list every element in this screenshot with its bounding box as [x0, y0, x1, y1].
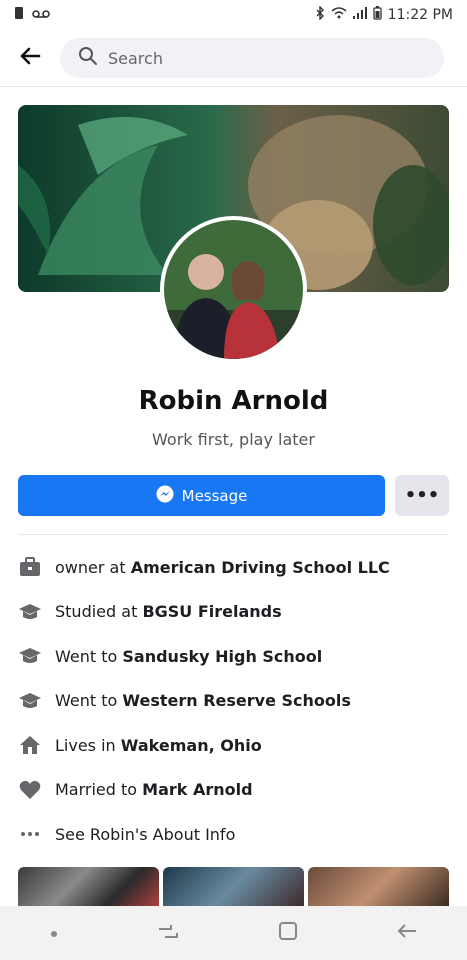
profile-name: Robin Arnold — [138, 386, 329, 416]
house-icon — [18, 733, 42, 757]
profile-picture[interactable] — [160, 216, 307, 363]
nav-dot-icon[interactable] — [49, 924, 59, 943]
signal-icon — [352, 7, 367, 23]
more-options-button[interactable]: ••• — [395, 475, 449, 516]
graduation-cap-icon — [18, 689, 42, 713]
info-lives-in[interactable]: Lives in Wakeman, Ohio — [18, 723, 449, 768]
more-dots-icon — [18, 822, 42, 846]
photo-strip — [18, 867, 449, 907]
see-about-info-link[interactable]: See Robin's About Info — [18, 812, 449, 857]
photo-thumbnail[interactable] — [18, 867, 159, 907]
info-work[interactable]: owner at American Driving School LLC — [18, 545, 449, 590]
photo-thumbnail[interactable] — [163, 867, 304, 907]
system-nav-bar — [0, 906, 467, 960]
info-text: See Robin's About Info — [55, 824, 236, 844]
info-text: owner at American Driving School LLC — [55, 557, 390, 577]
info-text: Went to Sandusky High School — [55, 646, 323, 666]
info-education-1[interactable]: Studied at BGSU Firelands — [18, 590, 449, 635]
back-arrow-icon — [19, 47, 41, 69]
recents-icon[interactable] — [157, 921, 179, 945]
notification-icon — [14, 6, 24, 24]
back-nav-icon[interactable] — [396, 922, 418, 944]
search-placeholder: Search — [108, 48, 163, 68]
graduation-cap-icon — [18, 644, 42, 668]
intro-list: owner at American Driving School LLC Stu… — [18, 545, 449, 857]
wifi-icon — [331, 7, 347, 23]
battery-icon — [373, 6, 382, 24]
message-button[interactable]: Message — [18, 475, 385, 516]
messenger-icon — [156, 485, 174, 507]
info-text: Went to Western Reserve Schools — [55, 691, 351, 711]
info-text: Studied at BGSU Firelands — [55, 602, 282, 622]
briefcase-icon — [18, 555, 42, 579]
status-left — [14, 6, 50, 24]
photo-thumbnail[interactable] — [308, 867, 449, 907]
info-education-3[interactable]: Went to Western Reserve Schools — [18, 679, 449, 724]
bluetooth-icon — [315, 5, 325, 24]
info-education-2[interactable]: Went to Sandusky High School — [18, 634, 449, 679]
more-options-label: ••• — [404, 485, 440, 506]
status-time: 11:22 PM — [387, 7, 453, 23]
search-input[interactable]: Search — [60, 38, 444, 78]
status-bar: 11:22 PM — [0, 0, 467, 30]
section-divider — [18, 534, 449, 535]
status-right: 11:22 PM — [315, 5, 453, 24]
message-label: Message — [181, 486, 248, 505]
profile-bio: Work first, play later — [152, 430, 315, 449]
top-divider — [0, 86, 467, 87]
back-button[interactable] — [0, 30, 60, 86]
heart-icon — [18, 778, 42, 802]
top-bar: Search — [0, 30, 467, 86]
info-relationship[interactable]: Married to Mark Arnold — [18, 768, 449, 813]
voicemail-icon — [32, 7, 50, 23]
info-text: Lives in Wakeman, Ohio — [55, 735, 262, 755]
home-icon[interactable] — [278, 921, 298, 945]
search-icon — [78, 46, 98, 70]
info-text: Married to Mark Arnold — [55, 780, 253, 800]
graduation-cap-icon — [18, 600, 42, 624]
